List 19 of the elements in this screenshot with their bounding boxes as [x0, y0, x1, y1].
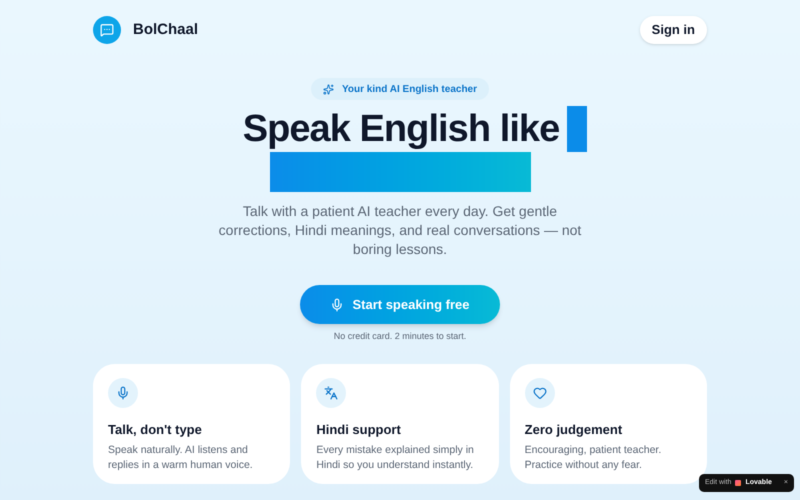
note-text: No credit card. 2 minutes to start.	[334, 330, 466, 343]
text-cursor	[567, 106, 588, 152]
headline: Speak English like	[242, 107, 560, 151]
brand-name: BolChaal	[133, 20, 198, 40]
sparkle-icon	[322, 84, 334, 94]
subtitle: Talk with a patient AI teacher every day. Get gentle corrections, Hindi meanings, and real conversations — not boring lessons.	[218, 202, 582, 259]
sign-in-button[interactable]: Sign in	[640, 16, 707, 44]
translate-icon	[316, 378, 346, 408]
feature-description: Encouraging, patient teacher. Practice without any fear.	[524, 443, 662, 473]
feature-description: Every mistake explained simply in Hindi so you understand instantly.	[316, 443, 475, 473]
microphone-icon	[108, 378, 138, 408]
logo-icon	[93, 16, 121, 44]
feature-title: Zero judgement	[524, 420, 624, 439]
feature-title: Hindi support	[316, 420, 402, 439]
lovable-logo-icon	[735, 480, 742, 486]
tagline-badge: Your kind AI English teacher	[310, 78, 490, 100]
feature-title: Talk, don't type	[108, 420, 203, 439]
microphone-icon	[330, 298, 344, 312]
feature-description: Speak naturally. AI listens and replies in a warm human voice.	[108, 443, 254, 473]
